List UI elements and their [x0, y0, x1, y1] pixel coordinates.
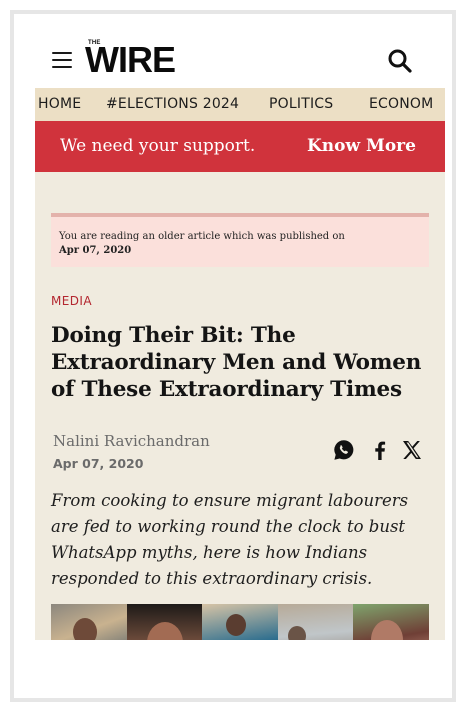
site-header: THE WIRE — [25, 18, 445, 88]
search-icon[interactable] — [387, 48, 413, 74]
main-nav-bar: HOME #ELECTIONS 2024 POLITICS ECONOM — [35, 88, 445, 121]
site-logo[interactable]: WIRE — [85, 42, 176, 78]
nav-item-home[interactable]: HOME — [38, 96, 81, 112]
page-viewport: THE WIRE HOME #ELECTIONS 2024 POLITICS E… — [25, 18, 445, 640]
hero-image-panel — [353, 604, 429, 640]
nav-item-economy[interactable]: ECONOM — [369, 96, 433, 112]
whatsapp-icon[interactable] — [332, 438, 356, 462]
x-icon[interactable] — [400, 438, 424, 462]
article-excerpt: From cooking to ensure migrant labourers… — [51, 491, 409, 588]
know-more-link[interactable]: Know More — [307, 136, 416, 156]
hero-image-panel — [202, 604, 278, 640]
older-article-notice: You are reading an older article which w… — [51, 213, 429, 267]
hero-image-panel — [51, 604, 127, 640]
article-author[interactable]: Nalini Ravichandran — [53, 432, 210, 450]
nav-item-elections[interactable]: #ELECTIONS 2024 — [106, 96, 239, 112]
article-title: Doing Their Bit: The Extraordinary Men a… — [51, 323, 422, 402]
article-category[interactable]: MEDIA — [51, 294, 92, 308]
facebook-icon[interactable] — [368, 438, 392, 462]
support-banner: We need your support. Know More — [35, 121, 445, 172]
hamburger-menu-icon[interactable] — [52, 52, 72, 70]
nav-item-politics[interactable]: POLITICS — [269, 96, 333, 112]
older-article-notice-text: You are reading an older article which w… — [59, 231, 345, 242]
article-date: Apr 07, 2020 — [53, 456, 144, 471]
article-container: You are reading an older article which w… — [35, 172, 445, 640]
older-article-notice-date: Apr 07, 2020 — [59, 245, 132, 256]
article-hero-image[interactable] — [51, 604, 429, 640]
hero-image-panel — [126, 604, 203, 640]
hero-image-panel — [277, 604, 354, 640]
support-banner-text: We need your support. — [60, 136, 256, 156]
